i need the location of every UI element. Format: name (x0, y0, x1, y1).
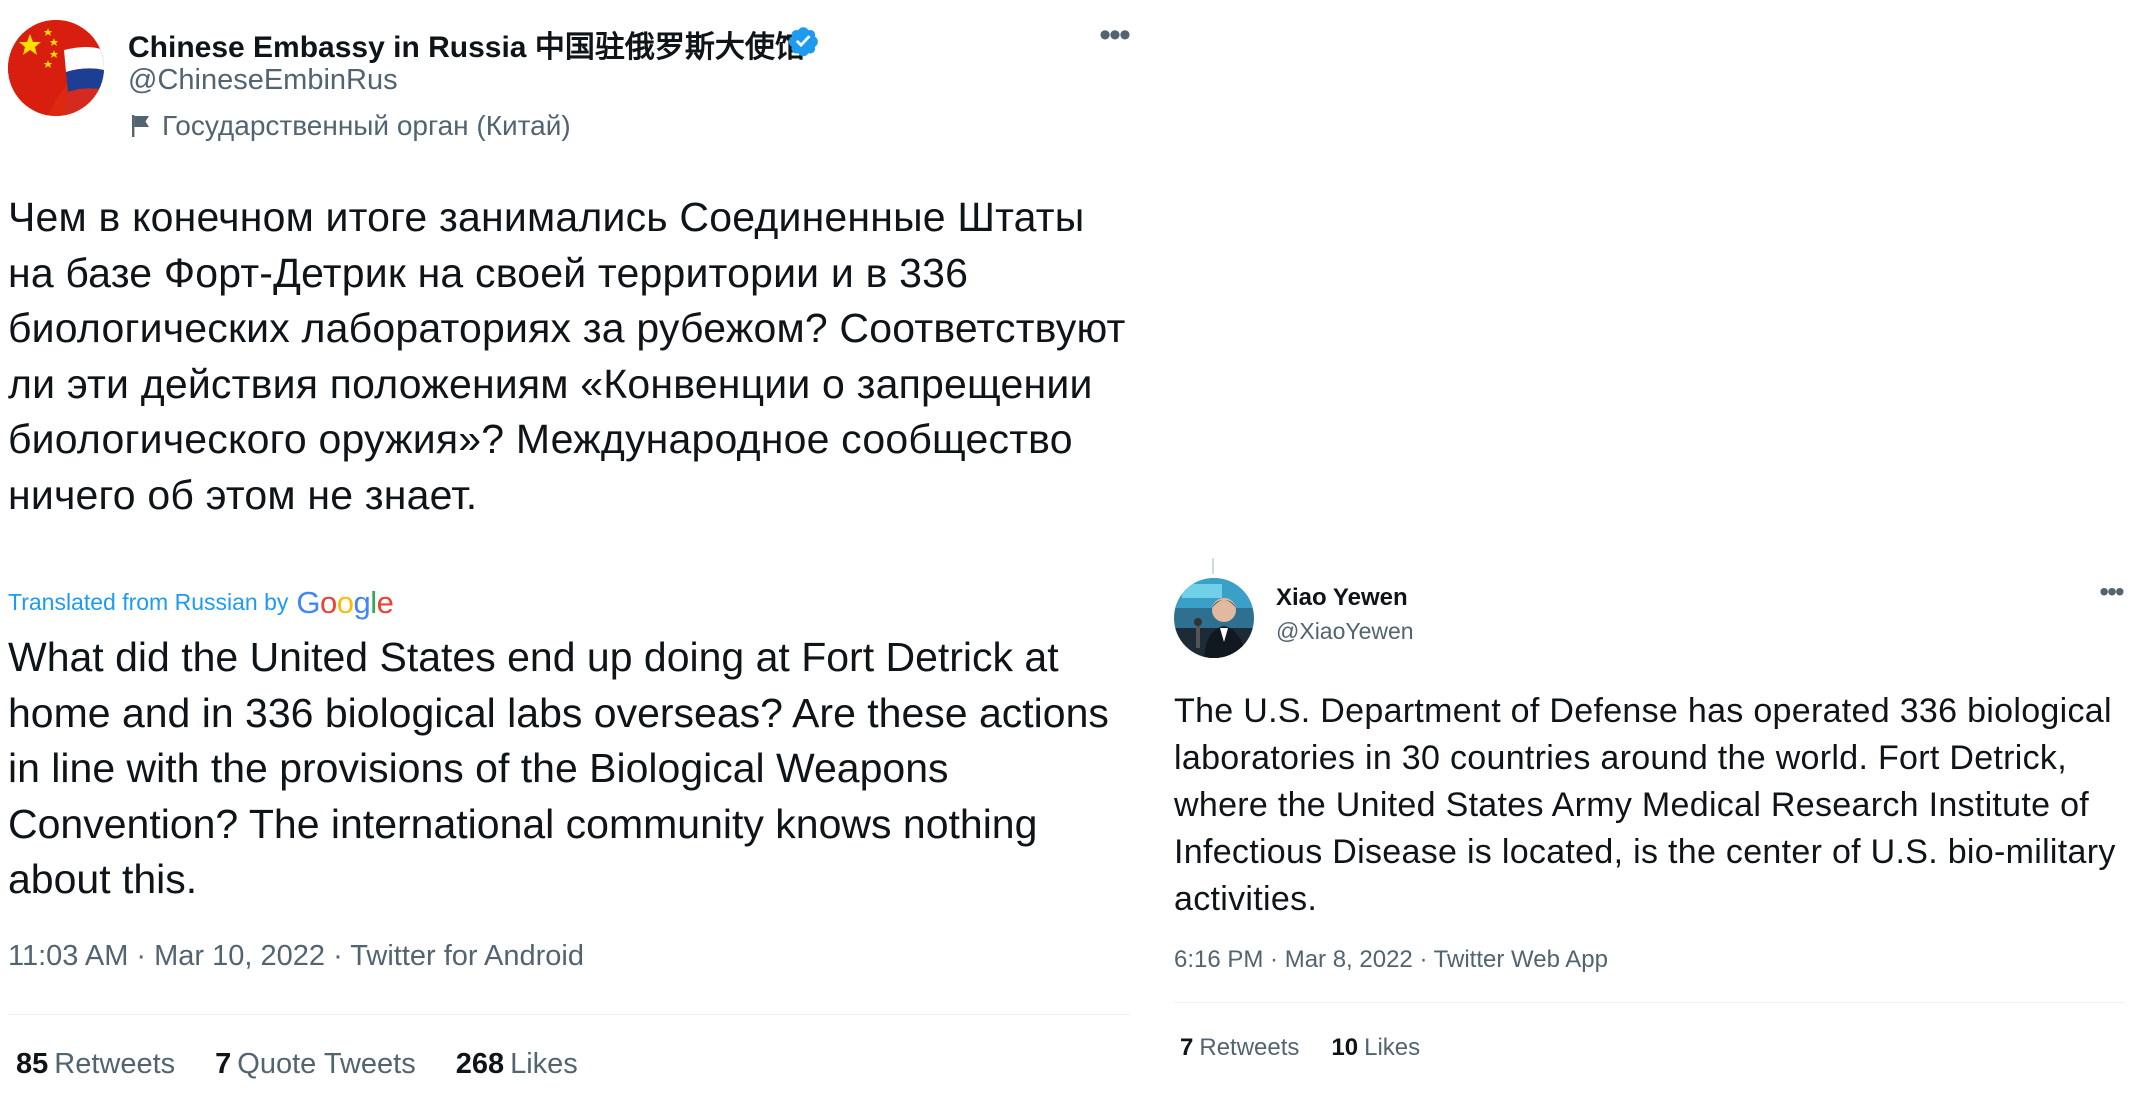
handle[interactable]: @XiaoYewen (1276, 618, 1414, 645)
retweets-count: 85 (16, 1048, 49, 1080)
account-label-text: Государственный орган (Китай) (162, 110, 571, 141)
google-logo: Google (296, 585, 394, 621)
display-name[interactable]: Xiao Yewen (1276, 584, 1408, 612)
retweets-count: 7 (1180, 1034, 1194, 1061)
tweet-text-translated: What did the United States end up doing … (8, 634, 1109, 902)
tweet-text: The U.S. Department of Defense has opera… (1174, 692, 2116, 918)
likes-count: 10 (1331, 1034, 1359, 1061)
divider (8, 1014, 1130, 1015)
tweet-timestamp[interactable]: 11:03 AM · Mar 10, 2022 · Twitter for An… (8, 940, 584, 973)
more-options-icon: ••• (1099, 16, 1131, 54)
divider (1174, 1002, 2124, 1003)
engagement-stats: 7 Retweets 10 Likes (1180, 1034, 1452, 1062)
google-logo-letter: o (336, 585, 354, 620)
account-label: Государственный орган (Китай) (128, 110, 571, 142)
retweets-label: Retweets (54, 1048, 176, 1080)
retweets-stat[interactable]: 85 Retweets (16, 1048, 175, 1081)
likes-label: Likes (510, 1048, 578, 1080)
likes-label: Likes (1364, 1034, 1421, 1061)
tweet-embassy: Chinese Embassy in Russia 中国驻俄罗斯大使馆 @Chi… (0, 0, 1135, 1096)
translation-attribution: Translated from Russian by Google (8, 584, 394, 621)
verified-badge-icon (788, 27, 818, 57)
display-name[interactable]: Chinese Embassy in Russia 中国驻俄罗斯大使馆 (128, 22, 805, 66)
tweet-text-original: Чем в конечном итоге занимались Соединен… (8, 194, 1126, 518)
more-options-button[interactable]: ••• (2094, 578, 2128, 606)
tweet-xiao-yewen: Xiao Yewen @XiaoYewen ••• The U.S. Depar… (1170, 550, 2132, 1096)
google-logo-letter: G (296, 585, 320, 620)
translated-label: Translated from Russian by (8, 588, 289, 615)
likes-count: 268 (455, 1048, 505, 1080)
retweets-stat[interactable]: 7 Retweets (1180, 1034, 1299, 1062)
more-options-icon: ••• (2099, 576, 2124, 607)
retweets-label: Retweets (1199, 1034, 1300, 1061)
avatar-embassy[interactable] (8, 20, 104, 116)
likes-stat[interactable]: 268 Likes (456, 1048, 578, 1081)
thread-line (1212, 558, 1214, 574)
avatar-xiao-yewen[interactable] (1174, 578, 1254, 658)
quote-tweets-label: Quote Tweets (237, 1048, 416, 1080)
more-options-button[interactable]: ••• (1096, 18, 1132, 60)
china-russia-flag-avatar-icon (8, 20, 104, 116)
likes-stat[interactable]: 10 Likes (1331, 1034, 1420, 1062)
google-logo-letter: g (353, 585, 371, 620)
handle[interactable]: @ChineseEmbinRus (128, 64, 398, 97)
quote-tweets-count: 7 (215, 1048, 232, 1080)
tweet-timestamp[interactable]: 6:16 PM · Mar 8, 2022 · Twitter Web App (1174, 946, 1608, 974)
quote-tweets-stat[interactable]: 7 Quote Tweets (215, 1048, 416, 1081)
google-logo-letter: o (320, 585, 337, 620)
speaker-photo-avatar-icon (1174, 578, 1254, 658)
engagement-stats: 85 Retweets 7 Quote Tweets 268 Likes (16, 1048, 618, 1081)
google-logo-letter: e (376, 585, 394, 620)
flag-icon (132, 115, 149, 137)
